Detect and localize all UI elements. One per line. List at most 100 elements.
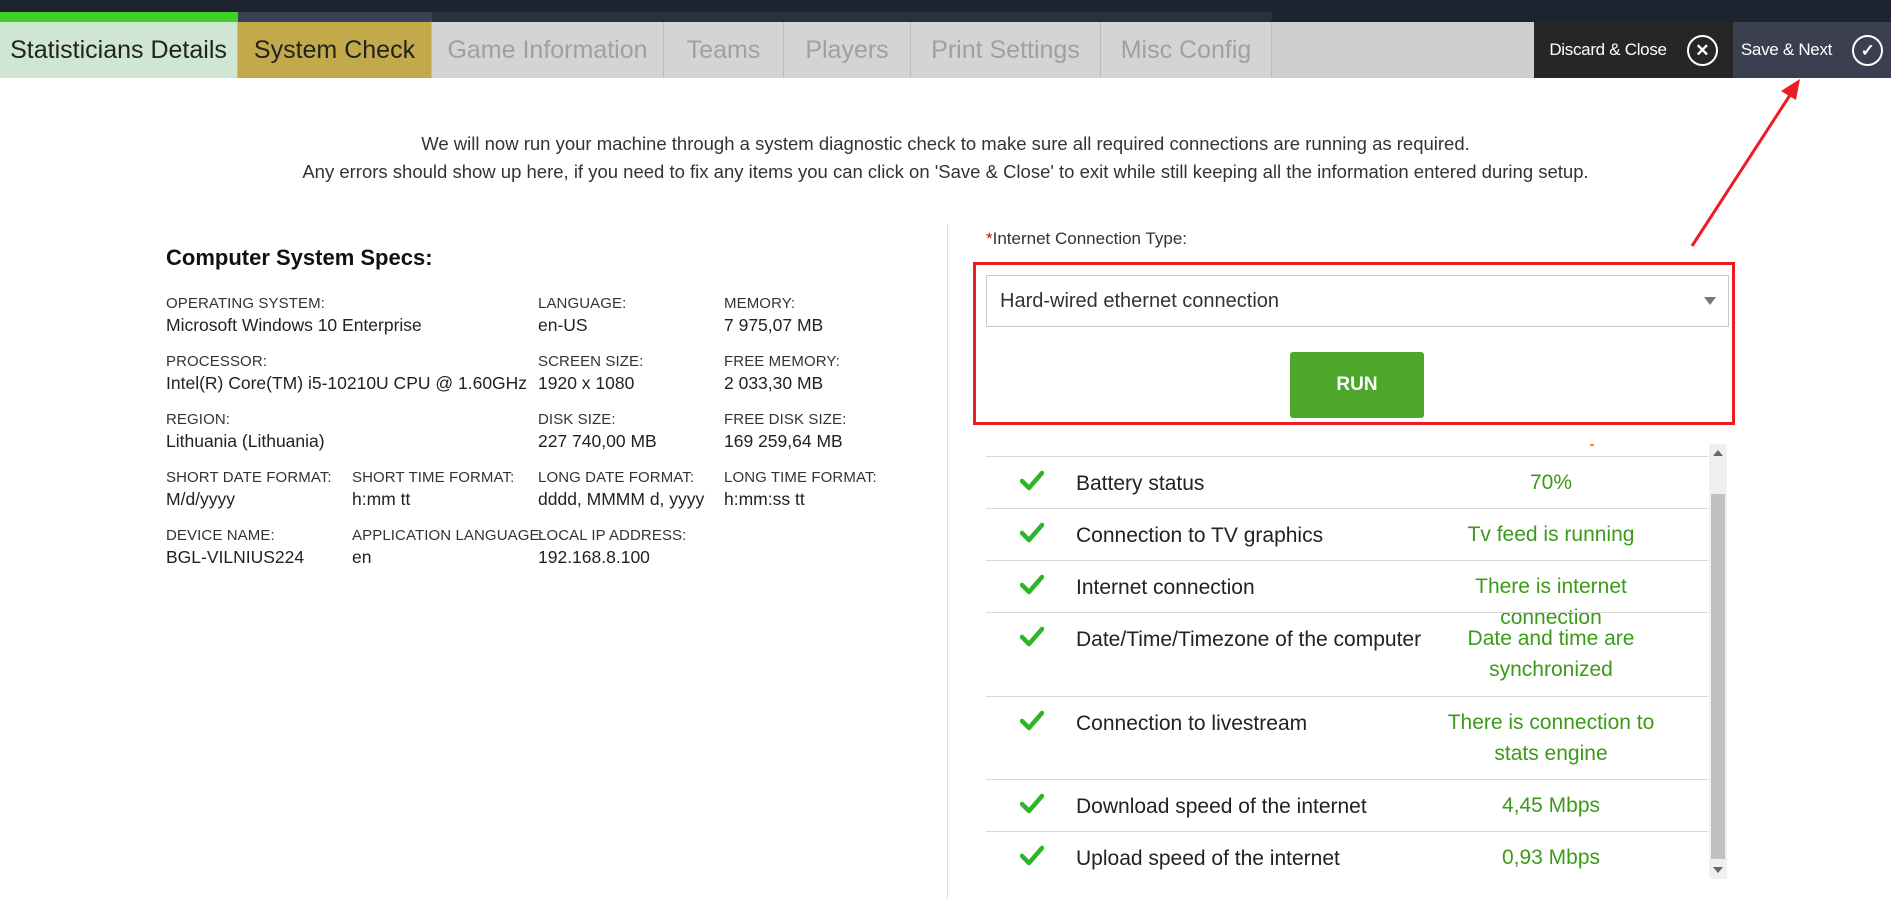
close-icon: ✕: [1686, 34, 1718, 66]
checkmark-icon: [1020, 710, 1044, 731]
spec-value: Microsoft Windows 10 Enterprise: [166, 315, 422, 335]
spec-value: 169 259,64 MB: [724, 431, 843, 451]
panel-divider: [947, 224, 948, 899]
spec-label: MEMORY:: [724, 295, 796, 312]
check-result: 4,45 Mbps: [1501, 794, 1601, 817]
spec-label: LOCAL IP ADDRESS:: [538, 527, 687, 544]
check-name: Upload speed of the internet: [1076, 847, 1340, 870]
spec-label: REGION:: [166, 411, 231, 428]
specs-title: Computer System Specs:: [166, 245, 433, 270]
system-check-list: Battery status 70% Connection to TV grap…: [986, 444, 1708, 899]
tab-misc-config[interactable]: Misc Config: [1101, 22, 1272, 78]
spec-processor: PROCESSOR: Intel(R) Core(TM) i5-10210U C…: [166, 353, 527, 394]
spec-label: LONG TIME FORMAT:: [724, 469, 877, 486]
annotation-highlight-box: [973, 262, 1735, 425]
spec-label: FREE DISK SIZE:: [724, 411, 847, 428]
tab-game-information[interactable]: Game Information: [432, 22, 664, 78]
spec-value: Lithuania (Lithuania): [166, 431, 325, 451]
tab-teams[interactable]: Teams: [664, 22, 784, 78]
spec-value: en: [352, 547, 372, 567]
spec-label: DEVICE NAME:: [166, 527, 275, 544]
spec-value: 1920 x 1080: [538, 373, 635, 393]
spec-label: APPLICATION LANGUAGE:: [352, 527, 544, 544]
check-name: Connection to livestream: [1076, 712, 1308, 735]
spec-label: DISK SIZE:: [538, 411, 616, 428]
check-result: Tv feed is running: [1467, 523, 1635, 546]
checkmark-icon: ✓: [1852, 34, 1884, 66]
spec-value: h:mm:ss tt: [724, 489, 805, 509]
spec-free-memory: FREE MEMORY: 2 033,30 MB: [724, 353, 840, 394]
spec-language: LANGUAGE: en-US: [538, 295, 626, 336]
spec-value: M/d/yyyy: [166, 489, 236, 509]
spec-label: FREE MEMORY:: [724, 353, 840, 370]
spec-label: SHORT DATE FORMAT:: [166, 469, 332, 486]
spec-local-ip-address: LOCAL IP ADDRESS: 192.168.8.100: [538, 527, 686, 568]
spec-long-date-format: LONG DATE FORMAT: dddd, MMMM d, yyyy: [538, 469, 704, 510]
check-row-internet: Internet connection There is internet co…: [986, 560, 1708, 629]
check-name: Connection to TV graphics: [1076, 524, 1324, 547]
check-row-datetime: Date/Time/Timezone of the computer Date …: [986, 612, 1708, 696]
tab-players[interactable]: Players: [784, 22, 911, 78]
progress-current-segment: [238, 12, 432, 22]
spec-short-date-format: SHORT DATE FORMAT: M/d/yyyy: [166, 469, 332, 510]
check-row-livestream: Connection to livestream There is connec…: [986, 696, 1708, 779]
spec-operating-system: OPERATING SYSTEM: Microsoft Windows 10 E…: [166, 295, 422, 336]
check-result: 0,93 Mbps: [1501, 846, 1601, 869]
required-marker: *: [986, 229, 993, 248]
check-list-scrollbar[interactable]: [1709, 444, 1727, 879]
check-name: Date/Time/Timezone of the computer: [1076, 628, 1422, 651]
checkmark-icon: [1020, 793, 1044, 814]
checkmark-icon: [1020, 574, 1044, 595]
spec-label: LONG DATE FORMAT:: [538, 469, 695, 486]
save-next-button[interactable]: Save & Next ✓: [1733, 22, 1891, 78]
spec-value: BGL-VILNIUS224: [166, 547, 305, 567]
progress-strip: [0, 0, 1891, 22]
scroll-down-arrow-icon[interactable]: [1713, 867, 1723, 873]
spec-value: dddd, MMMM d, yyyy: [538, 489, 705, 509]
spec-screen-size: SCREEN SIZE: 1920 x 1080: [538, 353, 643, 394]
checkmark-icon: [1020, 845, 1044, 866]
check-row-download-speed: Download speed of the internet 4,45 Mbps: [986, 779, 1708, 831]
checkmark-icon: [1020, 626, 1044, 647]
spec-value: Intel(R) Core(TM) i5-10210U CPU @ 1.60GH…: [166, 373, 528, 393]
spec-region: REGION: Lithuania (Lithuania): [166, 411, 325, 452]
spec-long-time-format: LONG TIME FORMAT: h:mm:ss tt: [724, 469, 877, 510]
check-row-upload-speed: Upload speed of the internet 0,93 Mbps: [986, 831, 1708, 883]
progress-completed-segment: [0, 12, 238, 22]
checkmark-icon: [1020, 522, 1044, 543]
intro-line-1: We will now run your machine through a s…: [421, 133, 1470, 154]
check-result: Date and time are synchronized: [1467, 627, 1635, 681]
scroll-up-arrow-icon[interactable]: [1713, 450, 1723, 456]
scroll-thumb[interactable]: [1711, 494, 1725, 859]
spec-short-time-format: SHORT TIME FORMAT: h:mm tt: [352, 469, 514, 510]
spec-value: en-US: [538, 315, 588, 335]
spec-value: 227 740,00 MB: [538, 431, 657, 451]
tab-system-check[interactable]: System Check: [238, 22, 432, 78]
intro-text: We will now run your machine through a s…: [0, 130, 1891, 186]
tab-statisticians-details[interactable]: Statisticians Details: [0, 22, 238, 78]
discard-close-button[interactable]: Discard & Close ✕: [1534, 22, 1733, 78]
spec-value: h:mm tt: [352, 489, 411, 509]
checkmark-icon: [1020, 470, 1044, 491]
connection-type-label: *Internet Connection Type:: [986, 229, 1187, 249]
spec-free-disk-size: FREE DISK SIZE: 169 259,64 MB: [724, 411, 846, 452]
check-name: Download speed of the internet: [1076, 795, 1367, 818]
spec-application-language: APPLICATION LANGUAGE: en: [352, 527, 544, 568]
discard-close-label: Discard & Close: [1549, 40, 1667, 59]
wizard-tab-bar: Statisticians Details System Check Game …: [0, 22, 1891, 78]
tab-print-settings[interactable]: Print Settings: [911, 22, 1101, 78]
connection-type-label-text: Internet Connection Type:: [992, 229, 1187, 248]
check-name: Battery status: [1076, 472, 1205, 495]
spec-label: PROCESSOR:: [166, 353, 268, 370]
check-name: Internet connection: [1076, 576, 1255, 599]
intro-line-2: Any errors should show up here, if you n…: [302, 161, 1589, 182]
spec-value: 2 033,30 MB: [724, 373, 824, 393]
progress-remaining-segment: [432, 12, 1272, 22]
spec-label: SHORT TIME FORMAT:: [352, 469, 515, 486]
check-row-tv-graphics: Connection to TV graphics Tv feed is run…: [986, 508, 1708, 560]
spec-label: SCREEN SIZE:: [538, 353, 644, 370]
spec-disk-size: DISK SIZE: 227 740,00 MB: [538, 411, 657, 452]
spec-device-name: DEVICE NAME: BGL-VILNIUS224: [166, 527, 304, 568]
spec-label: LANGUAGE:: [538, 295, 627, 312]
save-next-label: Save & Next: [1740, 40, 1833, 59]
